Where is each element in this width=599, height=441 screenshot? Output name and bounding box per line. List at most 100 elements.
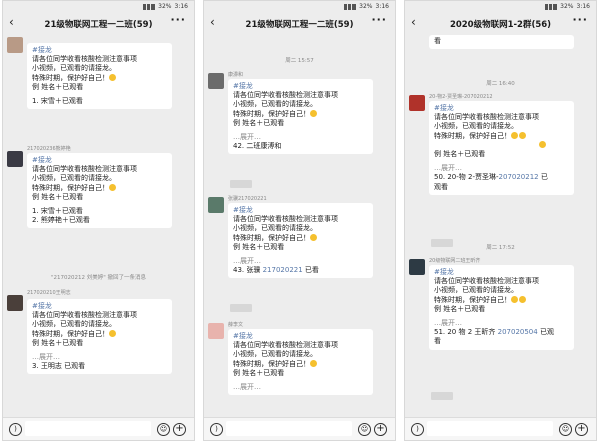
message-bubble[interactable]: #接龙 请各位同学收看核酸检测注意事项 小视频，已观看的请接龙。 特殊时期，保护…	[27, 153, 172, 229]
back-icon[interactable]: ‹	[9, 15, 14, 29]
expand-link[interactable]: …展开…	[233, 383, 368, 392]
message-line: 观看	[434, 182, 448, 191]
message-tag: #接龙	[32, 156, 52, 164]
back-icon[interactable]: ‹	[210, 15, 215, 29]
status-bar: 32% 3:16	[405, 1, 596, 13]
message-line: 已看	[302, 266, 319, 275]
signal-icon	[143, 4, 156, 10]
message-line: 42. 二班康溥和	[233, 142, 282, 151]
avatar[interactable]	[7, 151, 23, 167]
input-bar: ) ☺ +	[405, 417, 596, 440]
message-bubble[interactable]: #接龙 请各位同学收看核酸检测注意事项 小视频，已观看的请接龙。 特殊时期，保护…	[228, 329, 373, 396]
expand-link[interactable]: …展开…	[233, 257, 368, 266]
message-line: 3. 王明志 已观看	[32, 362, 86, 371]
expand-link[interactable]: …展开…	[233, 133, 368, 142]
avatar[interactable]	[409, 259, 425, 275]
student-id-link[interactable]: 207020212	[499, 173, 539, 181]
emoji-icon[interactable]: ☺	[358, 423, 371, 436]
avatar[interactable]	[7, 295, 23, 311]
message-bubble[interactable]: #接龙 请各位同学收看核酸检测注意事项 小视频，已观看的请接龙。 特殊时期，保护…	[429, 101, 574, 195]
message-bubble[interactable]: 看	[429, 35, 574, 49]
voice-icon[interactable]: )	[210, 423, 223, 436]
reference-chip[interactable]	[431, 392, 453, 400]
message-bubble[interactable]: #接龙 请各位同学收看核酸检测注意事项 小视频，已观看的请接龙。 特殊时期，保护…	[27, 299, 172, 375]
emoji-icon[interactable]: ☺	[157, 423, 170, 436]
message-line: 特殊时期，保护好自己！	[434, 295, 511, 304]
emoji-icon[interactable]: ☺	[559, 423, 572, 436]
message-list[interactable]: 周二 15:57 康濞和 #接龙 请各位同学收看核酸检测注意事项 小视频，已观看…	[204, 35, 395, 418]
smile-emoji-icon	[310, 359, 317, 367]
message-line: 例 姓名＋已观看	[32, 338, 84, 347]
smile-emoji-icon	[310, 233, 317, 241]
sender-name: 张骥217020221	[228, 196, 267, 202]
plus-icon[interactable]: +	[173, 423, 186, 436]
smile-emoji-icon	[519, 131, 526, 139]
status-bar: 32% 3:16	[3, 1, 194, 13]
reference-chip[interactable]	[230, 180, 252, 188]
message-input[interactable]	[25, 421, 151, 436]
battery-text: 32%	[158, 3, 172, 10]
battery-text: 32%	[359, 3, 373, 10]
message-bubble[interactable]: #接龙 请各位同学收看核酸检测注意事项 小视频，已观看的请接龙。 特殊时期，保护…	[228, 203, 373, 279]
smile-emoji-icon	[511, 131, 518, 139]
more-icon[interactable]: ···	[371, 13, 387, 26]
message-list[interactable]: #接龙 请各位同学收看核酸检测注意事项 小视频，已观看的请接龙。 特殊时期，保护…	[3, 35, 194, 418]
more-icon[interactable]: ···	[170, 13, 186, 26]
chat-panel-2: 32% 3:16 ‹ 21级物联网工程一二班(59) ··· 周二 15:57 …	[203, 0, 396, 441]
message-line: 特殊时期，保护好自己！	[32, 183, 109, 192]
message-tag: #接龙	[233, 332, 253, 340]
clock-text: 3:16	[375, 3, 389, 10]
avatar[interactable]	[208, 197, 224, 213]
signal-icon	[545, 4, 558, 10]
input-bar: ) ☺ +	[3, 417, 194, 440]
avatar[interactable]	[208, 73, 224, 89]
system-message: "217020212 刘美婷" 撤回了一条消息	[50, 275, 147, 281]
student-id-link[interactable]: 207020504	[498, 328, 538, 336]
back-icon[interactable]: ‹	[411, 15, 416, 29]
voice-icon[interactable]: )	[411, 423, 424, 436]
chat-title: 21级物联网工程一二班(59)	[44, 20, 153, 30]
message-line: 小视频，已观看的请接龙。	[434, 286, 518, 295]
battery-text: 32%	[560, 3, 574, 10]
reference-chip[interactable]	[230, 304, 252, 312]
smile-emoji-icon	[519, 295, 526, 303]
avatar[interactable]	[409, 95, 425, 111]
message-line: 小视频，已观看的请接龙。	[233, 224, 317, 233]
sender-name: 薛李文	[228, 322, 244, 328]
message-line: 特殊时期，保护好自己！	[32, 73, 109, 82]
plus-icon[interactable]: +	[374, 423, 387, 436]
message-line: 2. 熊婷艳＋已观看	[32, 216, 90, 225]
message-line: 例 姓名＋已观看	[233, 118, 285, 127]
avatar[interactable]	[7, 37, 23, 53]
voice-icon[interactable]: )	[9, 423, 22, 436]
chat-header: ‹ 2020级物联网1-2群(56) ···	[405, 13, 596, 35]
message-line: 特殊时期，保护好自己！	[233, 109, 310, 118]
input-bar: ) ☺ +	[204, 417, 395, 440]
timestamp: 周二 17:52	[486, 245, 515, 251]
message-bubble[interactable]: #接龙 请各位同学收看核酸检测注意事项 小视频，已观看的请接龙。 特殊时期，保护…	[228, 79, 373, 155]
message-line: 例 姓名＋已观看	[434, 150, 486, 159]
smile-emoji-icon	[109, 73, 116, 81]
plus-icon[interactable]: +	[575, 423, 588, 436]
message-line: 看	[434, 37, 441, 45]
message-bubble[interactable]: #接龙 请各位同学收看核酸检测注意事项 小视频，已观看的请接龙。 特殊时期，保护…	[429, 265, 574, 350]
expand-link[interactable]: …展开…	[434, 319, 569, 328]
student-id-link[interactable]: 217020221	[263, 266, 303, 274]
sender-name: 217020210王明志	[27, 290, 71, 296]
clock-text: 3:16	[174, 3, 188, 10]
message-line: 小视频，已观看的请接龙。	[32, 64, 116, 73]
avatar[interactable]	[208, 323, 224, 339]
message-list[interactable]: 看 周二 16:40 20-物2-贾圣琳-207020212 #接龙 请各位同学…	[405, 35, 596, 418]
message-line: 例 姓名＋已观看	[233, 368, 285, 377]
smile-emoji-icon	[310, 109, 317, 117]
message-bubble[interactable]: #接龙 请各位同学收看核酸检测注意事项 小视频，已观看的请接龙。 特殊时期，保护…	[27, 43, 172, 110]
message-input[interactable]	[427, 421, 553, 436]
message-line: 小视频，已观看的请接龙。	[434, 122, 518, 131]
message-tag: #接龙	[434, 268, 454, 276]
chat-panel-3: 32% 3:16 ‹ 2020级物联网1-2群(56) ··· 看 周二 16:…	[404, 0, 597, 441]
message-line: 51. 20 物 2 王昕齐	[434, 328, 498, 337]
more-icon[interactable]: ···	[572, 13, 588, 26]
message-input[interactable]	[226, 421, 352, 436]
message-line: 特殊时期，保护好自己！	[434, 131, 511, 140]
expand-link[interactable]: …展开…	[32, 353, 167, 362]
